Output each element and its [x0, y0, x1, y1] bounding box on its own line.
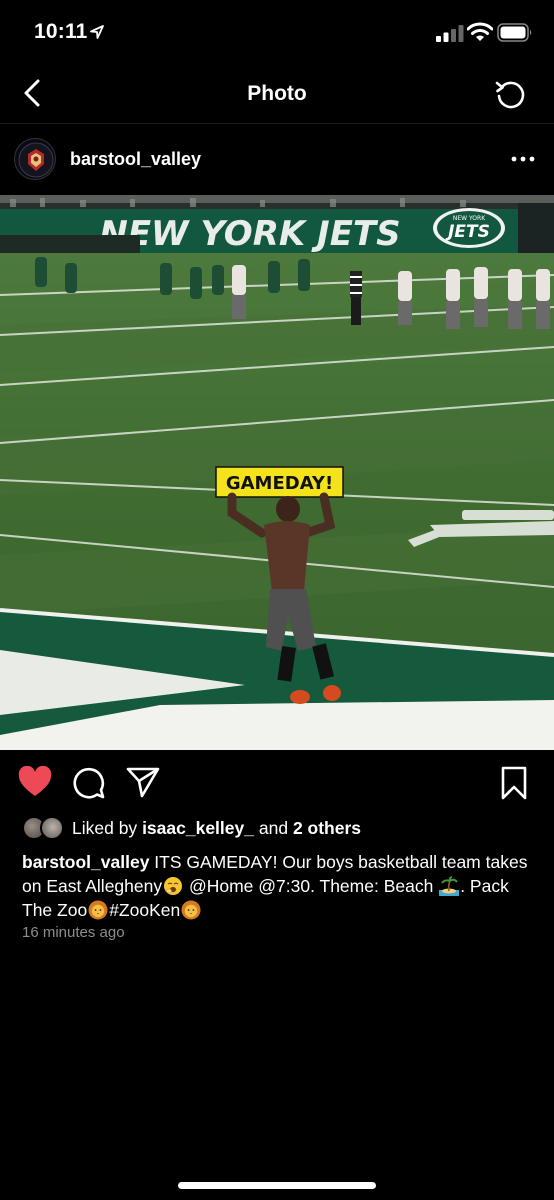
yawning-face-emoji-icon [164, 877, 183, 895]
heart-icon[interactable] [18, 766, 52, 798]
refresh-icon[interactable] [493, 77, 527, 111]
instagram-photo-screen: 10:11 Photo barstool_valley NEW YORK JET… [0, 0, 554, 1200]
jets-logo-line2: JETS [445, 222, 490, 242]
cellular-signal-icon [436, 25, 464, 42]
avatar[interactable] [14, 138, 56, 180]
battery-icon [497, 23, 532, 42]
more-horizontal-icon[interactable] [508, 149, 538, 169]
likes-others[interactable]: 2 others [293, 818, 361, 838]
gameday-sign-text: GAMEDAY! [226, 473, 333, 494]
likes-row[interactable]: Liked by isaac_kelley_ and 2 others [0, 816, 554, 842]
post-header: barstool_valley [0, 135, 554, 185]
desert-island-emoji-icon [439, 876, 460, 896]
post-caption: barstool_valley ITS GAMEDAY! Our boys ba… [22, 850, 537, 922]
caption-text-2: @Home @7:30. Theme: Beach [184, 876, 434, 896]
post-photo[interactable]: NEW YORK JETS NEW YORK JETS GAMEDAY! [0, 195, 554, 750]
post-actions [0, 762, 554, 802]
bookmark-icon[interactable] [498, 766, 530, 800]
location-arrow-icon [90, 25, 104, 39]
page-title: Photo [247, 82, 307, 105]
lion-face-emoji-icon [181, 900, 201, 920]
liker-avatar [40, 816, 64, 840]
paper-plane-icon[interactable] [126, 766, 160, 798]
caption-hashtag[interactable]: #ZooKen [109, 900, 180, 920]
lion-face-emoji-icon [88, 900, 108, 920]
post-timestamp: 16 minutes ago [22, 924, 125, 941]
nav-bar: Photo [0, 66, 554, 124]
home-indicator[interactable] [178, 1182, 376, 1189]
post-username[interactable]: barstool_valley [70, 149, 201, 170]
jets-logo-line1: NEW YORK [453, 215, 486, 222]
football-field-scene: NEW YORK JETS NEW YORK JETS GAMEDAY! [0, 195, 554, 750]
avatar-logo-icon [18, 142, 54, 178]
likes-user[interactable]: isaac_kelley_ [142, 818, 254, 838]
stadium-banner-text: NEW YORK JETS [99, 214, 400, 254]
comment-icon[interactable] [72, 766, 106, 800]
wifi-icon [467, 22, 493, 41]
likes-connector: and [258, 818, 289, 838]
likes-prefix: Liked by [72, 818, 138, 838]
status-bar: 10:11 [0, 0, 554, 66]
status-time: 10:11 [34, 20, 88, 43]
likes-text: Liked by isaac_kelley_ and 2 others [72, 818, 361, 839]
caption-username[interactable]: barstool_valley [22, 852, 149, 872]
liker-avatars [22, 816, 66, 840]
